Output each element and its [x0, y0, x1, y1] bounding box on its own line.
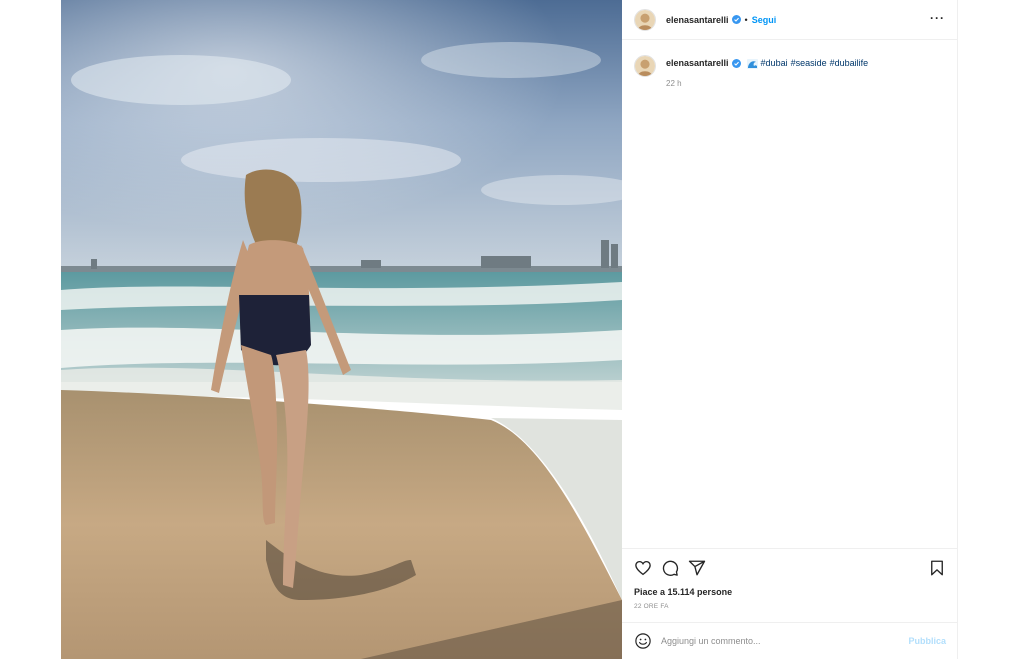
- separator-dot: •: [744, 14, 748, 25]
- publish-button[interactable]: Pubblica: [908, 636, 946, 646]
- post-caption: elenasantarelli #dubai #seaside #dubaili…: [622, 40, 957, 90]
- comment-input[interactable]: [661, 636, 909, 646]
- post-actions: Piace a 15.114 persone 22 ORE FA: [622, 548, 958, 610]
- comment-bar: Pubblica: [622, 622, 958, 659]
- verified-badge-icon: [731, 15, 741, 24]
- likes-count[interactable]: Piace a 15.114 persone: [634, 587, 946, 597]
- caption-body: elenasantarelli #dubai #seaside #dubaili…: [666, 55, 871, 90]
- comment-icon[interactable]: [661, 559, 679, 577]
- bookmark-icon[interactable]: [928, 559, 946, 577]
- post-time-ago[interactable]: 22 ORE FA: [634, 603, 946, 610]
- caption-avatar[interactable]: [634, 55, 656, 77]
- heart-icon[interactable]: [634, 559, 652, 577]
- action-icons: [634, 557, 946, 579]
- more-options-button[interactable]: ···: [930, 11, 945, 29]
- follow-button[interactable]: Segui: [752, 15, 777, 25]
- post-photo[interactable]: [61, 0, 622, 659]
- instagram-post-modal: elenasantarelli • Segui ··· elenasantare…: [0, 0, 1024, 659]
- share-icon[interactable]: [688, 559, 706, 577]
- caption-timestamp[interactable]: 22 h: [666, 77, 871, 90]
- caption-line: elenasantarelli #dubai #seaside #dubaili…: [666, 57, 871, 70]
- caption-username[interactable]: elenasantarelli: [666, 57, 729, 70]
- beach-photo-image: [61, 0, 622, 659]
- hashtag-dubai[interactable]: #dubai: [761, 57, 788, 70]
- hashtag-dubailife[interactable]: #dubailife: [830, 57, 869, 70]
- smiley-icon[interactable]: [634, 632, 652, 650]
- verified-badge-icon: [731, 59, 741, 68]
- post-header: elenasantarelli • Segui ···: [622, 0, 957, 40]
- hashtag-seaside[interactable]: #seaside: [791, 57, 827, 70]
- post-sidebar: elenasantarelli • Segui ··· elenasantare…: [622, 0, 958, 659]
- avatar[interactable]: [634, 8, 656, 31]
- wave-emoji-icon: [746, 58, 758, 69]
- username[interactable]: elenasantarelli: [666, 15, 729, 25]
